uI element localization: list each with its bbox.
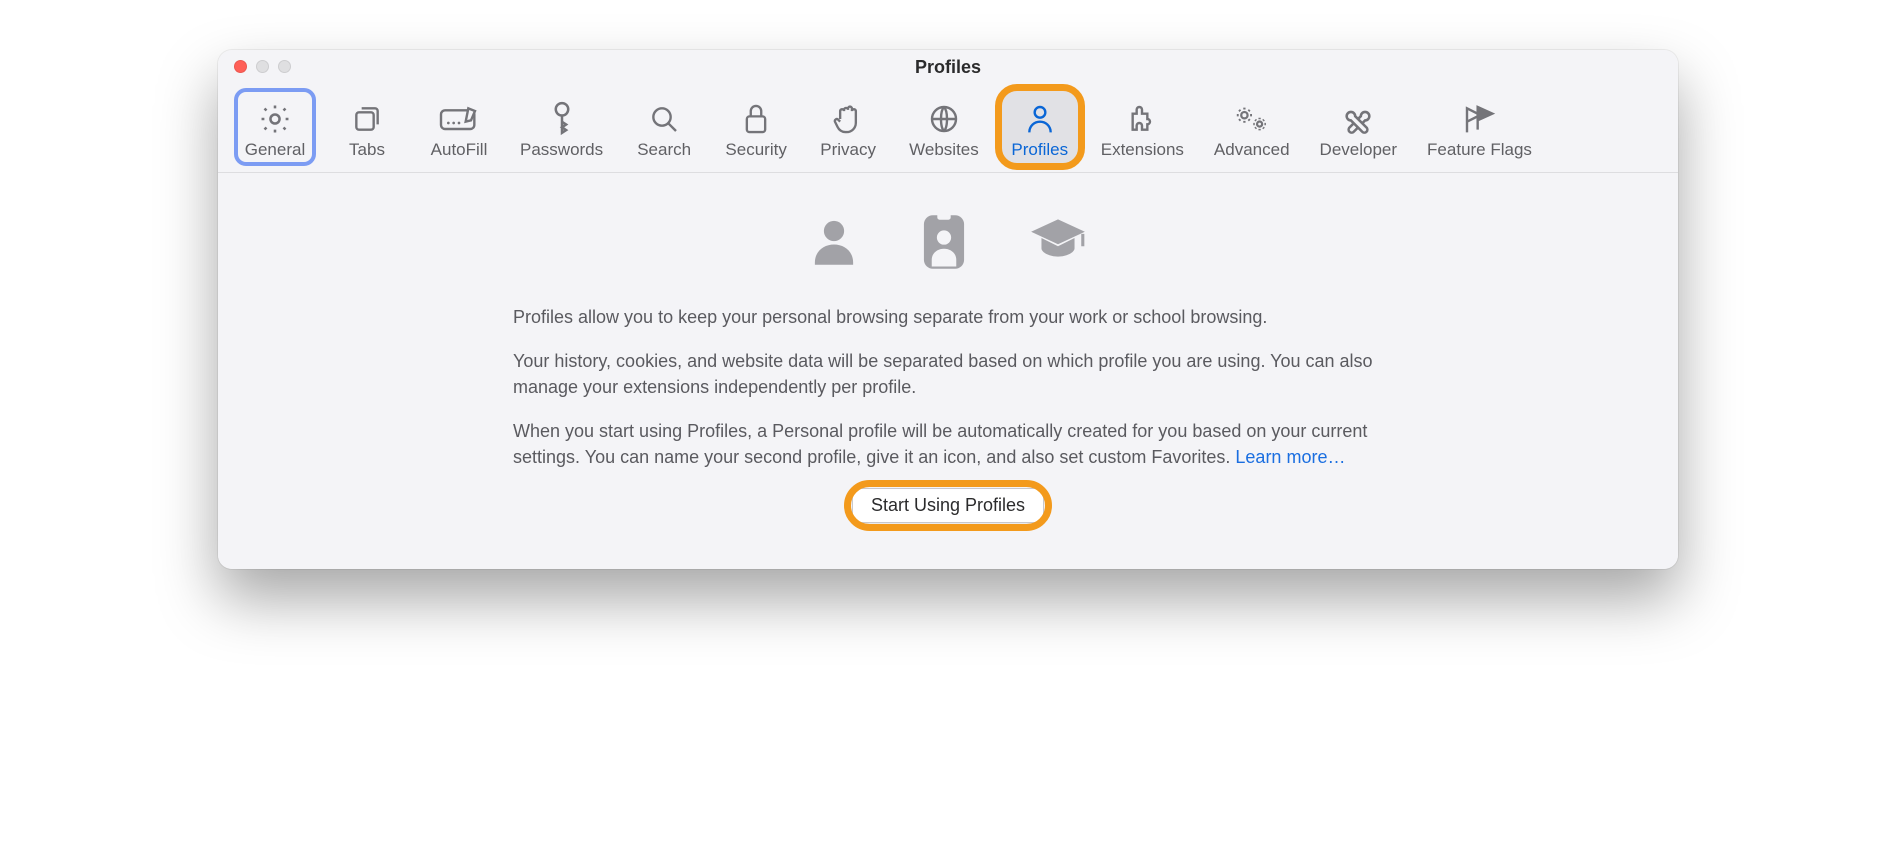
tab-label: Websites <box>909 140 979 160</box>
start-using-profiles-button[interactable]: Start Using Profiles <box>852 488 1044 523</box>
tabs-icon <box>351 100 383 138</box>
tab-label: Extensions <box>1101 140 1184 160</box>
hero-icons <box>298 213 1598 276</box>
window-controls <box>234 60 291 73</box>
tab-advanced[interactable]: Advanced <box>1206 90 1298 164</box>
tab-search[interactable]: Search <box>625 90 703 164</box>
zoom-window-button[interactable] <box>278 60 291 73</box>
profiles-para-1: Profiles allow you to keep your personal… <box>513 304 1383 330</box>
profiles-description: Profiles allow you to keep your personal… <box>513 304 1383 470</box>
flags-icon <box>1459 100 1499 138</box>
search-icon <box>648 100 680 138</box>
profiles-pane: Profiles allow you to keep your personal… <box>218 173 1678 569</box>
tab-label: Passwords <box>520 140 603 160</box>
profiles-para-3: When you start using Profiles, a Persona… <box>513 418 1383 470</box>
window-title: Profiles <box>915 57 981 78</box>
tab-autofill[interactable]: AutoFill <box>420 90 498 164</box>
lock-icon <box>742 100 770 138</box>
person-icon <box>1025 100 1055 138</box>
tab-label: General <box>245 140 305 160</box>
globe-icon <box>928 100 960 138</box>
tab-feature-flags[interactable]: Feature Flags <box>1419 90 1540 164</box>
tab-label: Tabs <box>349 140 385 160</box>
graduation-cap-icon <box>1027 213 1089 276</box>
minimize-window-button[interactable] <box>256 60 269 73</box>
tab-security[interactable]: Security <box>717 90 795 164</box>
profiles-para-2: Your history, cookies, and website data … <box>513 348 1383 400</box>
tab-label: Advanced <box>1214 140 1290 160</box>
hand-icon <box>833 100 863 138</box>
tab-general[interactable]: General <box>236 90 314 164</box>
person-fill-icon <box>807 213 861 276</box>
pencil-card-icon <box>439 100 479 138</box>
gears-icon <box>1233 100 1271 138</box>
tab-label: Feature Flags <box>1427 140 1532 160</box>
tab-extensions[interactable]: Extensions <box>1093 90 1192 164</box>
close-window-button[interactable] <box>234 60 247 73</box>
tab-passwords[interactable]: Passwords <box>512 90 611 164</box>
tab-label: AutoFill <box>431 140 488 160</box>
start-using-profiles-highlight: Start Using Profiles <box>852 488 1044 523</box>
preferences-window: Profiles General Tabs AutoFill Passwor <box>218 50 1678 569</box>
tools-icon <box>1341 100 1375 138</box>
tab-label: Privacy <box>820 140 876 160</box>
tab-label: Profiles <box>1011 140 1068 160</box>
tab-profiles[interactable]: Profiles <box>1001 90 1079 164</box>
tab-websites[interactable]: Websites <box>901 90 987 164</box>
tab-tabs[interactable]: Tabs <box>328 90 406 164</box>
learn-more-link[interactable]: Learn more… <box>1235 447 1345 467</box>
titlebar: Profiles <box>218 50 1678 84</box>
preferences-toolbar: General Tabs AutoFill Passwords Search <box>218 84 1678 173</box>
badge-icon <box>921 213 967 276</box>
tab-label: Developer <box>1320 140 1398 160</box>
tab-privacy[interactable]: Privacy <box>809 90 887 164</box>
tab-label: Security <box>725 140 786 160</box>
gear-icon <box>258 100 292 138</box>
tab-label: Search <box>637 140 691 160</box>
key-icon <box>549 100 575 138</box>
tab-developer[interactable]: Developer <box>1312 90 1406 164</box>
puzzle-icon <box>1126 100 1158 138</box>
